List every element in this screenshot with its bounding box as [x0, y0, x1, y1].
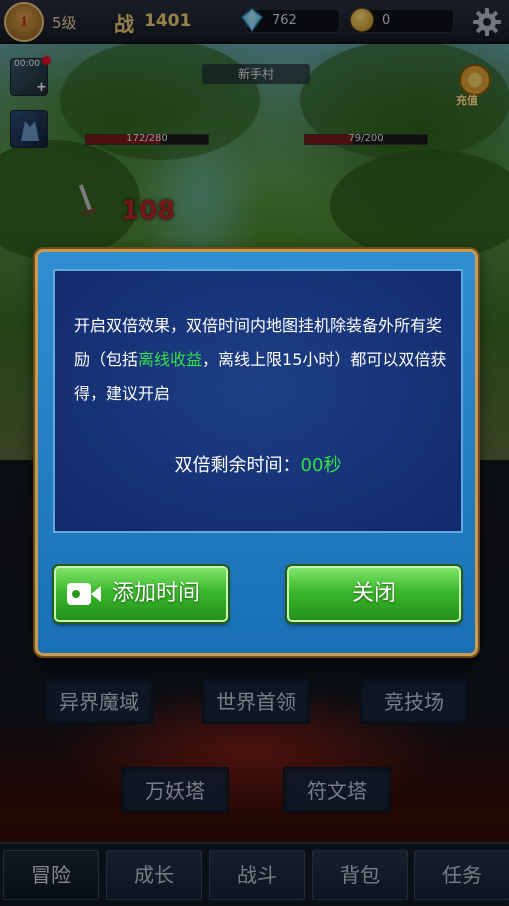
video-camera-icon: [67, 583, 101, 605]
timer-label: 双倍剩余时间：: [174, 455, 301, 476]
add-time-label: 添加时间: [112, 581, 201, 606]
timer-value: 00秒: [300, 455, 342, 476]
dialog-description: 开启双倍效果，双倍时间内地图挂机除装备外所有奖励（包括离线收益，离线上限15小时…: [74, 309, 454, 411]
close-button[interactable]: 关闭: [287, 566, 461, 622]
add-time-button[interactable]: 添加时间: [54, 566, 228, 622]
offline-income-highlight: 离线收益: [138, 350, 203, 369]
double-time-remaining: 双倍剩余时间：00秒: [55, 451, 461, 477]
double-reward-dialog: 开启双倍效果，双倍时间内地图挂机除装备外所有奖励（包括离线收益，离线上限15小时…: [35, 249, 478, 656]
dialog-content-panel: 开启双倍效果，双倍时间内地图挂机除装备外所有奖励（包括离线收益，离线上限15小时…: [53, 269, 463, 533]
